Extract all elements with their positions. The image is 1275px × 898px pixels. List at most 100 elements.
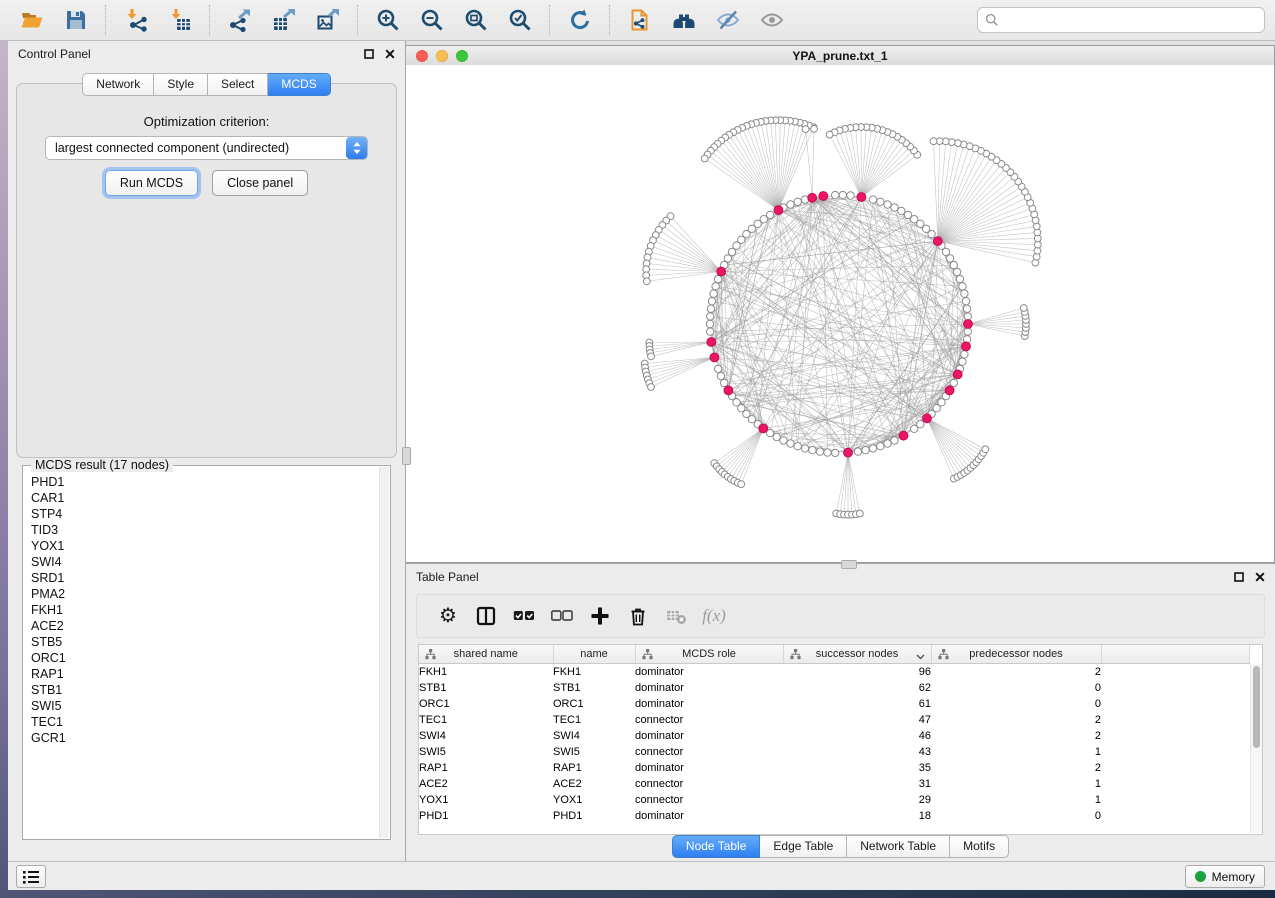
tab-mcds[interactable]: MCDS xyxy=(268,73,330,96)
close-panel-icon[interactable] xyxy=(384,49,395,60)
table-row[interactable]: FKH1FKH1dominator962 xyxy=(419,664,1250,681)
mcds-result-item[interactable]: RAP1 xyxy=(23,666,380,682)
zoom-selected-icon[interactable] xyxy=(507,7,533,33)
search-icon xyxy=(985,13,999,27)
memory-status-icon xyxy=(1195,871,1206,882)
column-header-mcds-role[interactable]: MCDS role xyxy=(635,645,783,664)
table-row[interactable]: YOX1YOX1connector291 xyxy=(419,792,1250,808)
zoom-out-icon[interactable] xyxy=(419,7,445,33)
optimization-criterion-select[interactable]: largest connected component (undirected) xyxy=(45,136,368,160)
window-maximize-traffic-light[interactable] xyxy=(456,50,468,62)
network-view-title: YPA_prune.txt_1 xyxy=(792,49,887,63)
table-row[interactable]: RAP1RAP1dominator352 xyxy=(419,760,1250,776)
table-scrollbar[interactable] xyxy=(1250,664,1262,833)
mcds-result-item[interactable]: SWI4 xyxy=(23,554,380,570)
node-table: shared name name MCDS role successor nod… xyxy=(418,644,1263,835)
mcds-result-item[interactable]: ACE2 xyxy=(23,618,380,634)
export-table-icon[interactable] xyxy=(271,7,297,33)
delete-column-icon[interactable] xyxy=(625,604,651,628)
column-header-predecessor-nodes[interactable]: predecessor nodes xyxy=(931,645,1101,664)
window-minimize-traffic-light[interactable] xyxy=(436,50,448,62)
tab-style[interactable]: Style xyxy=(154,73,208,96)
column-header-filler xyxy=(1101,645,1250,664)
close-panel-icon[interactable] xyxy=(1254,572,1265,583)
memory-button[interactable]: Memory xyxy=(1185,865,1265,888)
run-mcds-button[interactable]: Run MCDS xyxy=(105,170,198,196)
export-network-icon[interactable] xyxy=(227,7,253,33)
mcds-result-item[interactable]: STB1 xyxy=(23,682,380,698)
window-close-traffic-light[interactable] xyxy=(416,50,428,62)
tab-motifs[interactable]: Motifs xyxy=(950,835,1009,858)
toolbar-separator xyxy=(609,5,611,35)
mcds-result-item[interactable]: SWI5 xyxy=(23,698,380,714)
tab-node-table[interactable]: Node Table xyxy=(672,835,761,858)
import-table-icon[interactable] xyxy=(167,7,193,33)
table-row[interactable]: TEC1TEC1connector472 xyxy=(419,712,1250,728)
main-toolbar xyxy=(0,0,1275,41)
mcds-result-item[interactable]: TEC1 xyxy=(23,714,380,730)
column-header-successor-nodes[interactable]: successor nodes xyxy=(783,645,931,664)
clone-network-icon[interactable] xyxy=(627,7,653,33)
mcds-result-item[interactable]: SRD1 xyxy=(23,570,380,586)
export-image-icon[interactable] xyxy=(315,7,341,33)
table-row[interactable]: ORC1ORC1dominator610 xyxy=(419,696,1250,712)
mcds-result-item[interactable]: FKH1 xyxy=(23,602,380,618)
column-header-name[interactable]: name xyxy=(553,645,635,664)
tab-edge-table[interactable]: Edge Table xyxy=(760,835,847,858)
horizontal-splitter-handle[interactable] xyxy=(841,560,857,569)
add-column-icon[interactable] xyxy=(587,604,613,628)
deselect-all-checkboxes-icon[interactable] xyxy=(549,604,575,628)
mcds-result-item[interactable]: ORC1 xyxy=(23,650,380,666)
float-panel-icon[interactable] xyxy=(1233,572,1244,583)
toggle-columns-icon[interactable] xyxy=(473,604,499,628)
mcds-result-item[interactable]: STB5 xyxy=(23,634,380,650)
table-row[interactable]: STB1STB1dominator620 xyxy=(419,680,1250,696)
mcds-result-box: MCDS result (17 nodes) PHD1CAR1STP4TID3Y… xyxy=(22,465,391,840)
search-binoculars-icon[interactable] xyxy=(671,7,697,33)
mcds-result-item[interactable]: CAR1 xyxy=(23,490,380,506)
zoom-fit-icon[interactable] xyxy=(463,7,489,33)
mcds-result-item[interactable]: STP4 xyxy=(23,506,380,522)
column-type-icon xyxy=(938,649,949,663)
mcds-result-item[interactable]: YOX1 xyxy=(23,538,380,554)
table-scrollbar-thumb[interactable] xyxy=(1253,666,1260,748)
hide-selected-icon[interactable] xyxy=(715,7,741,33)
column-header-shared-name[interactable]: shared name xyxy=(419,645,553,664)
mcds-list-scrollbar[interactable] xyxy=(379,467,389,838)
table-row[interactable]: SWI4SWI4dominator462 xyxy=(419,728,1250,744)
control-panel-title: Control Panel xyxy=(18,47,91,61)
table-row[interactable]: ACE2ACE2connector311 xyxy=(419,776,1250,792)
control-panel: Control Panel Network Style Select MCDS … xyxy=(8,41,406,862)
tab-network-table[interactable]: Network Table xyxy=(847,835,950,858)
task-history-button[interactable] xyxy=(16,865,46,888)
import-network-icon[interactable] xyxy=(123,7,149,33)
delete-table-icon[interactable] xyxy=(663,604,689,628)
save-session-icon[interactable] xyxy=(63,7,89,33)
optimization-criterion-value: largest connected component (undirected) xyxy=(46,141,346,155)
sort-descending-icon xyxy=(916,651,925,663)
tab-network[interactable]: Network xyxy=(82,73,154,96)
show-hidden-icon[interactable] xyxy=(759,7,785,33)
mcds-result-item[interactable]: GCR1 xyxy=(23,730,380,746)
toolbar-separator xyxy=(549,5,551,35)
vertical-splitter-handle[interactable] xyxy=(402,447,411,465)
function-builder-icon[interactable]: f(x) xyxy=(701,604,727,628)
tab-select[interactable]: Select xyxy=(208,73,268,96)
close-panel-button[interactable]: Close panel xyxy=(212,170,308,196)
mcds-result-item[interactable]: PHD1 xyxy=(23,474,380,490)
toolbar-separator xyxy=(357,5,359,35)
search-input[interactable] xyxy=(1004,12,1257,28)
network-canvas[interactable] xyxy=(406,65,1274,562)
select-all-checkboxes-icon[interactable] xyxy=(511,604,537,628)
mcds-result-item[interactable]: PMA2 xyxy=(23,586,380,602)
table-row[interactable]: PHD1PHD1dominator180 xyxy=(419,808,1250,824)
table-panel-title: Table Panel xyxy=(416,570,479,584)
refresh-icon[interactable] xyxy=(567,7,593,33)
mcds-result-item[interactable]: TID3 xyxy=(23,522,380,538)
open-file-icon[interactable] xyxy=(19,7,45,33)
table-row[interactable]: SWI5SWI5connector431 xyxy=(419,744,1250,760)
float-panel-icon[interactable] xyxy=(363,49,374,60)
network-view-titlebar: YPA_prune.txt_1 xyxy=(406,46,1274,66)
zoom-in-icon[interactable] xyxy=(375,7,401,33)
settings-gear-icon[interactable]: ⚙ xyxy=(435,604,461,628)
